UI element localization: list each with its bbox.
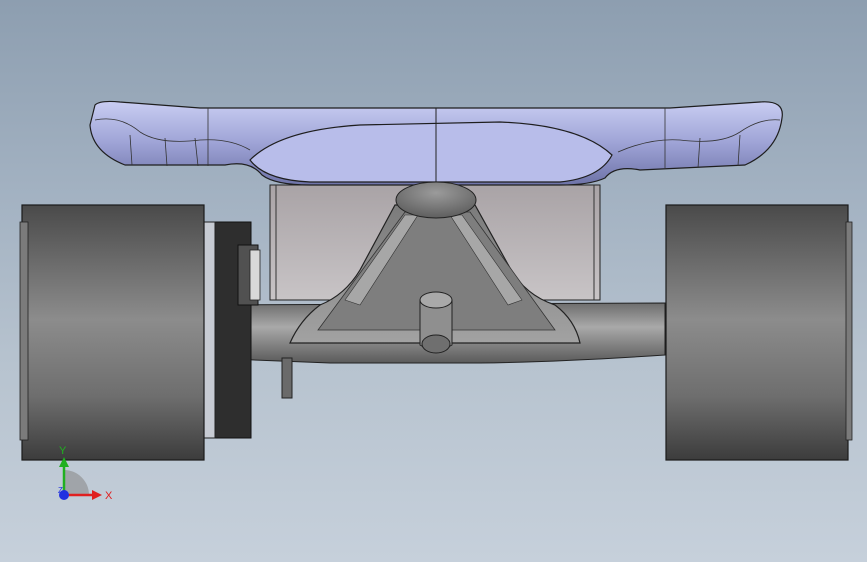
right-wheel[interactable]	[665, 204, 853, 461]
triad-quadrant	[64, 470, 89, 495]
x-axis-label: X	[105, 490, 113, 502]
left-wheel[interactable]	[19, 204, 205, 461]
left-brake-tab[interactable]	[281, 357, 293, 399]
y-axis-label: Y	[59, 445, 67, 457]
graphics-viewport[interactable]: Y X Z	[0, 0, 867, 562]
model-canvas[interactable]	[0, 0, 867, 562]
x-axis-arrow	[92, 490, 102, 500]
coordinate-triad: Y X Z	[58, 445, 113, 502]
deck[interactable]	[89, 100, 783, 186]
pivot-cup[interactable]	[395, 181, 477, 219]
kingpin[interactable]	[419, 291, 453, 354]
y-axis-arrow	[59, 457, 69, 467]
z-axis-label: Z	[58, 486, 63, 495]
left-bearing[interactable]	[202, 221, 261, 439]
